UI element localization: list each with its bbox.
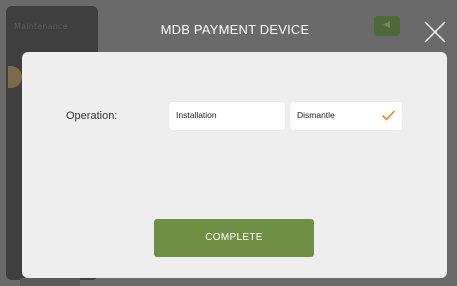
option-dismantle-label: Dismantle <box>297 110 335 120</box>
check-icon <box>382 110 395 121</box>
option-installation[interactable]: Installation <box>169 102 285 130</box>
option-dismantle[interactable]: Dismantle <box>290 102 402 130</box>
operation-dialog: Operation: Installation Dismantle COMPLE… <box>22 52 447 278</box>
close-button[interactable] <box>423 20 447 44</box>
operation-label: Operation: <box>66 110 118 122</box>
background-bar <box>20 278 80 286</box>
complete-button[interactable]: COMPLETE <box>154 219 314 257</box>
modal-title: MDB PAYMENT DEVICE <box>160 22 310 37</box>
option-installation-label: Installation <box>176 110 217 120</box>
close-icon <box>424 21 446 43</box>
screen: Maintenance ◀ MDB PAYMENT DEVICE Operati… <box>0 0 457 286</box>
